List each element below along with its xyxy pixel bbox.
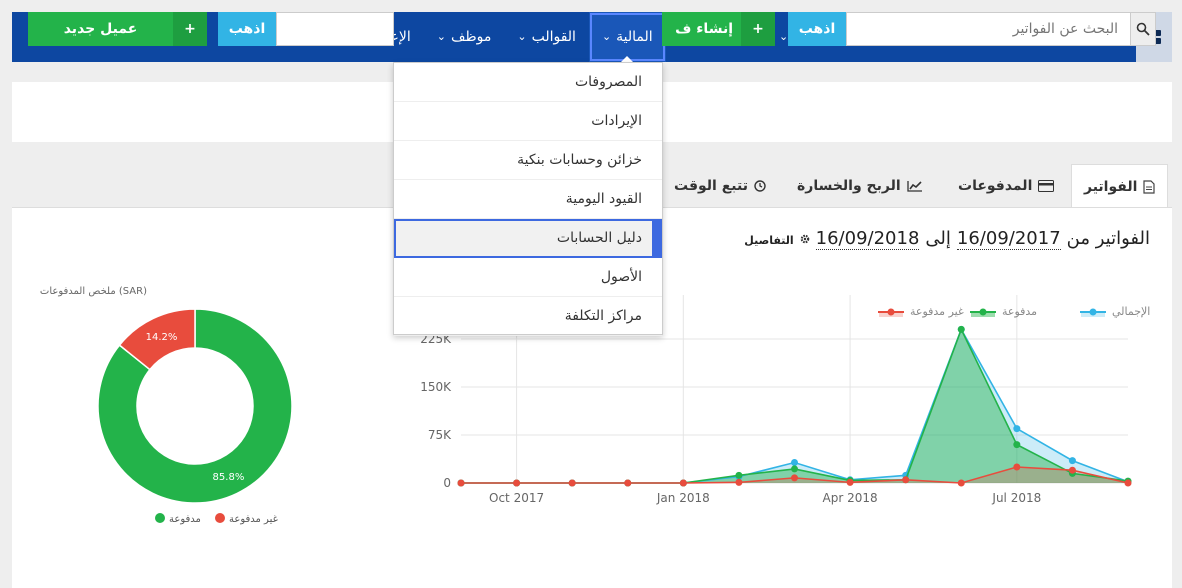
tab-time-tracking[interactable]: تتبع الوقت: [674, 164, 766, 208]
slice-value-label: 85.8%: [213, 472, 245, 483]
tab-time-tracking-label: تتبع الوقت: [674, 178, 748, 194]
dropdown-item[interactable]: خزائن وحسابات بنكية: [394, 141, 662, 180]
tab-invoices-label: الفواتير: [1084, 178, 1138, 195]
line-chart-icon: [907, 181, 922, 192]
dropdown-item[interactable]: مراكز التكلفة: [394, 297, 662, 336]
data-point[interactable]: [1013, 441, 1021, 449]
search-icon: [1136, 22, 1150, 36]
nav-item[interactable]: موظف ⌄: [424, 12, 505, 62]
nav-item[interactable]: القوالب ⌄: [504, 12, 589, 62]
tab-payments[interactable]: المدفوعات: [958, 164, 1055, 208]
x-tick-label: Jan 2018: [656, 491, 710, 505]
client-search-input[interactable]: [277, 13, 393, 45]
legend-label[interactable]: غير مدفوعة: [910, 305, 964, 318]
legend-label[interactable]: غير مدفوعة: [229, 514, 278, 525]
data-point[interactable]: [1013, 425, 1021, 433]
chevron-down-icon: ⌄: [436, 30, 446, 43]
dropdown-item[interactable]: المصروفات: [394, 63, 662, 102]
chevron-down-icon: ⌄: [601, 30, 612, 43]
data-point[interactable]: [1013, 463, 1021, 471]
data-point[interactable]: [957, 479, 965, 487]
data-point[interactable]: [513, 479, 521, 487]
data-point[interactable]: [791, 459, 798, 467]
search-icon-button[interactable]: [1130, 12, 1156, 46]
dropdown-item[interactable]: الأصول: [394, 258, 662, 297]
data-point[interactable]: [1124, 479, 1132, 487]
page-title: الفواتير من 16/09/2017 إلى 16/09/2018 ال…: [744, 228, 1150, 250]
nav-item-label: موظف: [450, 29, 492, 45]
data-point[interactable]: [568, 479, 576, 487]
title-to-word: إلى: [925, 228, 951, 249]
data-point[interactable]: [1068, 457, 1076, 465]
chevron-down-icon: ⌄: [778, 30, 789, 43]
legend-dot: [155, 513, 165, 523]
data-point[interactable]: [624, 479, 632, 487]
dropdown-item[interactable]: الإيرادات: [394, 102, 662, 141]
finance-dropdown-menu: المصروفات الإيرادات خزائن وحسابات بنكية الق…: [393, 62, 663, 336]
x-tick-label: Oct 2017: [489, 491, 544, 505]
new-client-plus-button[interactable]: +: [173, 12, 207, 46]
legend-label[interactable]: مدفوعة: [169, 514, 201, 525]
payments-donut-chart: ملخص المدفوعات (SAR) 85.8% 14.2% مدفوعة غير …: [40, 286, 293, 525]
tab-payments-label: المدفوعات: [958, 178, 1033, 194]
title-prefix: الفواتير من: [1066, 228, 1150, 249]
y-tick-label: 0: [443, 476, 451, 490]
data-point[interactable]: [791, 465, 798, 473]
legend-label[interactable]: مدفوعة: [1002, 305, 1037, 318]
invoice-search-field[interactable]: [846, 12, 1131, 46]
create-invoice-button[interactable]: إنشاء ف: [662, 12, 741, 46]
credit-card-icon: [1038, 180, 1055, 192]
nav-item-label: المالية: [616, 29, 653, 45]
data-point[interactable]: [735, 478, 743, 486]
y-tick-label: 75K: [428, 428, 452, 442]
data-point[interactable]: [957, 325, 965, 333]
data-point[interactable]: [679, 479, 687, 487]
data-point[interactable]: [902, 476, 910, 484]
tab-profit-loss[interactable]: الربح والخسارة: [797, 164, 923, 208]
data-point[interactable]: [846, 478, 854, 486]
date-to[interactable]: 16/09/2018: [815, 228, 920, 250]
tab-invoices[interactable]: الفواتير: [1071, 164, 1169, 208]
data-point[interactable]: [791, 474, 798, 482]
legend-dot: [215, 513, 225, 523]
x-tick-label: Apr 2018: [823, 491, 878, 505]
invoice-search-input[interactable]: [847, 13, 1130, 45]
client-search-field[interactable]: [276, 12, 394, 46]
client-go-button[interactable]: اذهب: [218, 12, 276, 46]
data-point[interactable]: [735, 471, 743, 479]
data-point[interactable]: [457, 479, 465, 487]
new-client-button[interactable]: عميل جديد: [28, 12, 173, 46]
dropdown-item[interactable]: القيود اليومية: [394, 180, 662, 219]
chevron-down-icon: ⌄: [517, 30, 527, 43]
document-icon: [1143, 179, 1155, 194]
create-invoice-plus-button[interactable]: +: [741, 12, 775, 46]
legend-dot: [887, 308, 895, 316]
dropdown-item[interactable]: دليل الحسابات: [394, 219, 662, 258]
legend-dot: [1089, 308, 1097, 316]
y-tick-label: 150K: [420, 380, 452, 394]
date-from[interactable]: 16/09/2017: [956, 228, 1061, 250]
gear-icon: [800, 234, 809, 244]
x-tick-label: Jul 2018: [991, 491, 1041, 505]
search-go-button[interactable]: اذهب: [788, 12, 846, 46]
legend-dot: [979, 308, 987, 316]
nav-item-label: القوالب: [531, 29, 576, 45]
tab-profit-loss-label: الربح والخسارة: [797, 178, 901, 194]
details-link[interactable]: التفاصيل: [744, 234, 793, 247]
legend-label[interactable]: الإجمالي: [1112, 305, 1150, 318]
donut-title: ملخص المدفوعات (SAR): [40, 286, 147, 297]
clock-icon: [754, 180, 766, 192]
nav-item[interactable]: المالية ⌄: [588, 12, 666, 63]
slice-value-label: 14.2%: [146, 332, 178, 343]
data-point[interactable]: [1068, 466, 1076, 474]
